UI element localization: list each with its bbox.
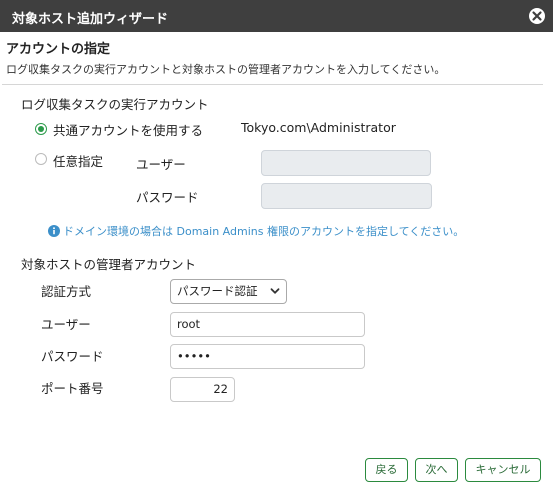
auth-method-label: 認証方式 (41, 284, 92, 299)
title-bar: 対象ホスト追加ウィザード (0, 0, 553, 32)
collect-user-input[interactable] (261, 150, 431, 176)
info-text: ドメイン環境の場合は Domain Admins 権限のアカウントを指定してくだ… (63, 225, 465, 238)
page-description: ログ収集タスクの実行アカウントと対象ホストの管理者アカウントを入力してください。 (6, 63, 446, 76)
domain-info-note: ドメイン環境の場合は Domain Admins 権限のアカウントを指定してくだ… (48, 223, 464, 239)
admin-user-input[interactable]: root (170, 312, 365, 337)
next-button[interactable]: 次へ (415, 458, 458, 482)
cancel-button[interactable]: キャンセル (465, 458, 541, 482)
chevron-down-icon (270, 288, 280, 294)
page-title: アカウントの指定 (6, 42, 111, 57)
divider (2, 84, 543, 85)
collect-user-label: ユーザー (136, 157, 186, 172)
port-input[interactable]: 22 (170, 377, 235, 402)
shared-account-label[interactable]: 共通アカウントを使用する (53, 120, 203, 139)
auth-method-value: パスワード認証 (177, 284, 258, 298)
collect-password-input[interactable] (261, 183, 432, 209)
custom-account-radio[interactable] (35, 153, 47, 165)
close-icon[interactable] (527, 6, 547, 26)
admin-account-title: 対象ホストの管理者アカウント (21, 257, 197, 272)
shared-account-radio[interactable] (35, 123, 47, 135)
back-button[interactable]: 戻る (365, 458, 408, 482)
shared-account-value: Tokyo.com\Administrator (241, 120, 396, 135)
collect-account-title: ログ収集タスクの実行アカウント (21, 97, 209, 112)
port-label: ポート番号 (41, 381, 104, 396)
window-title: 対象ホスト追加ウィザード (12, 12, 169, 27)
admin-password-label: パスワード (41, 349, 104, 364)
info-icon (48, 225, 60, 237)
collect-password-label: パスワード (136, 190, 199, 205)
admin-password-input[interactable]: ••••• (170, 344, 365, 369)
admin-user-label: ユーザー (41, 317, 91, 332)
custom-account-label[interactable]: 任意指定 (53, 151, 103, 170)
auth-method-select[interactable]: パスワード認証 (170, 279, 287, 304)
